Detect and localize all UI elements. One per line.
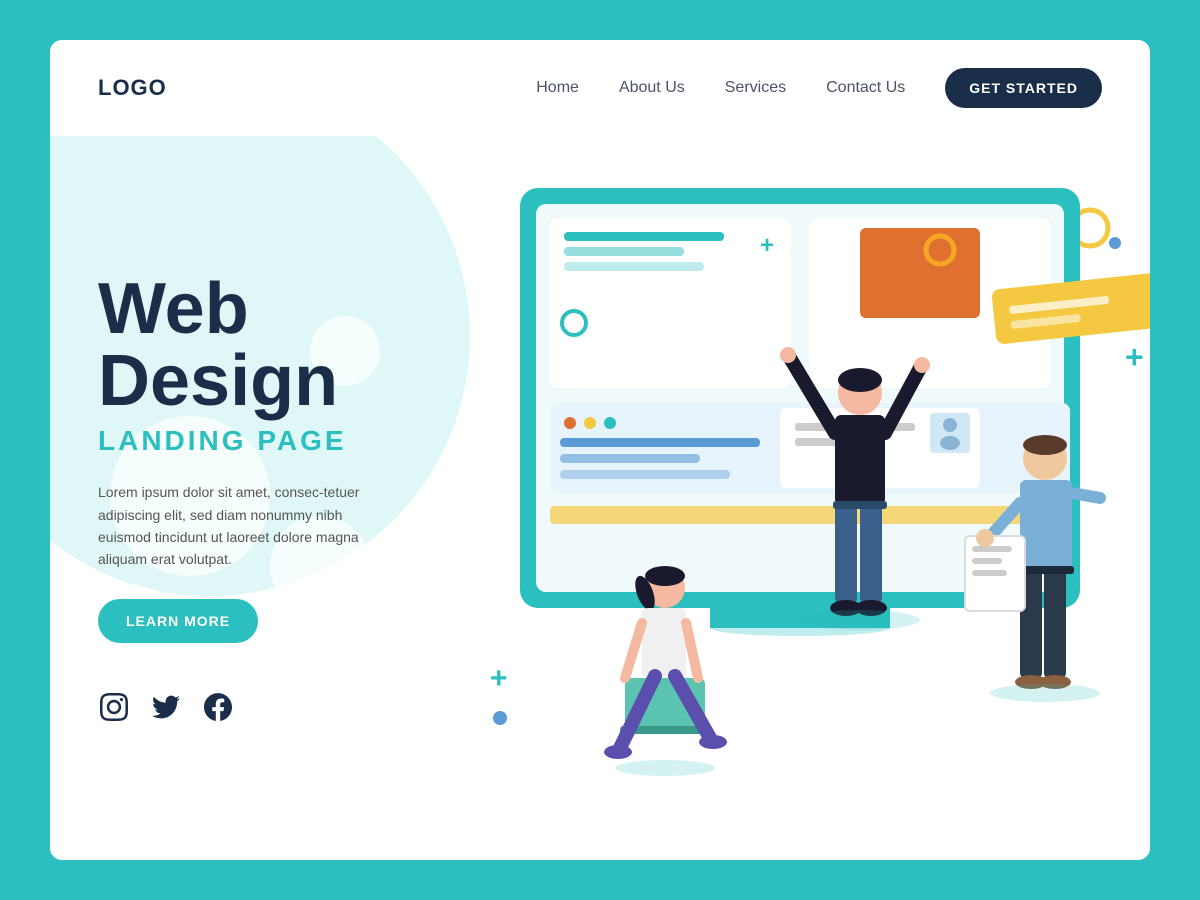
social-icons bbox=[98, 691, 422, 723]
nav-services[interactable]: Services bbox=[725, 79, 786, 97]
right-panel: + + bbox=[470, 136, 1150, 860]
nav-contact[interactable]: Contact Us bbox=[826, 79, 905, 97]
page-wrapper: LOGO Home About Us Services Contact Us G… bbox=[50, 40, 1150, 860]
person-right-leg-r bbox=[1044, 568, 1066, 678]
nav: Home About Us Services Contact Us GET ST… bbox=[536, 68, 1102, 108]
twitter-icon[interactable] bbox=[150, 691, 182, 723]
hero-description: Lorem ipsum dolor sit amet, consec-tetue… bbox=[98, 481, 398, 571]
hero-subtitle: LANDING PAGE bbox=[98, 425, 422, 457]
svg-text:+: + bbox=[760, 232, 774, 259]
nav-home[interactable]: Home bbox=[536, 79, 579, 97]
illustration: + + bbox=[470, 136, 1150, 860]
logo: LOGO bbox=[98, 75, 167, 101]
instagram-icon[interactable] bbox=[98, 691, 130, 723]
person-sitting-body bbox=[642, 608, 686, 678]
person-standing-body bbox=[835, 415, 885, 505]
header: LOGO Home About Us Services Contact Us G… bbox=[50, 40, 1150, 136]
get-started-button[interactable]: GET STARTED bbox=[945, 68, 1102, 108]
svg-text:+: + bbox=[490, 662, 508, 695]
person-standing-leg-right bbox=[860, 503, 882, 603]
learn-more-button[interactable]: LEARN MORE bbox=[98, 599, 258, 643]
person-right-body bbox=[1020, 480, 1072, 570]
person-standing-leg-left bbox=[835, 503, 857, 603]
screen-bottom-bar bbox=[550, 506, 1070, 524]
facebook-icon[interactable] bbox=[202, 691, 234, 723]
hero-title: Web Design bbox=[98, 273, 422, 417]
deco-dot bbox=[1109, 237, 1121, 249]
svg-text:+: + bbox=[1125, 339, 1144, 375]
nav-about[interactable]: About Us bbox=[619, 79, 685, 97]
screen-card-tl bbox=[550, 218, 790, 388]
left-panel: Web Design LANDING PAGE Lorem ipsum dolo… bbox=[50, 136, 470, 860]
main-content: Web Design LANDING PAGE Lorem ipsum dolo… bbox=[50, 136, 1150, 860]
